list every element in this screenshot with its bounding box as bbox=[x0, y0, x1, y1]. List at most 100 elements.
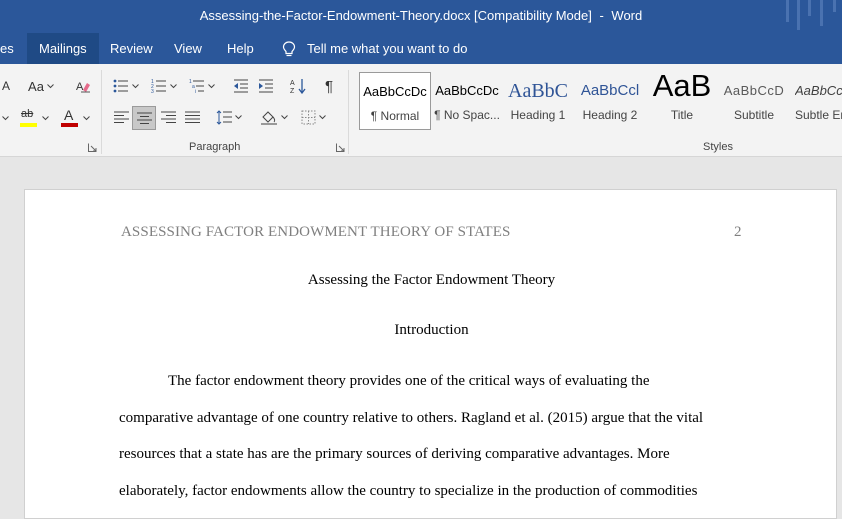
chevron-down-icon bbox=[281, 114, 288, 119]
styles-gallery: AaBbCcDc ¶ Normal AaBbCcDc ¶ No Spac... … bbox=[357, 72, 842, 132]
paragraph-line: The factor endowment theory provides one… bbox=[168, 373, 650, 389]
shading-icon bbox=[261, 111, 277, 125]
document-page[interactable]: ASSESSING FACTOR ENDOWMENT THEORY OF STA… bbox=[24, 189, 837, 519]
sort-button[interactable]: AZ bbox=[287, 75, 309, 97]
borders-button[interactable] bbox=[296, 106, 330, 128]
multilevel-list-icon: 1ai bbox=[189, 79, 204, 93]
align-right-icon bbox=[160, 111, 176, 123]
align-right-button[interactable] bbox=[157, 106, 179, 128]
chevron-down-icon bbox=[235, 114, 242, 119]
bullets-button[interactable] bbox=[110, 75, 142, 97]
style-preview: AaBbCcl bbox=[580, 82, 640, 99]
line-spacing-icon bbox=[216, 109, 232, 125]
decoration bbox=[833, 0, 836, 12]
style-name: Subtle Er bbox=[795, 108, 842, 122]
font-color-bar bbox=[61, 123, 78, 127]
tab-review[interactable]: Review bbox=[101, 33, 162, 64]
font-dialog-launcher-icon[interactable] bbox=[88, 143, 97, 152]
tell-me-search[interactable]: Tell me what you want to do bbox=[282, 33, 467, 64]
running-head: ASSESSING FACTOR ENDOWMENT THEORY OF STA… bbox=[121, 224, 511, 240]
align-left-icon bbox=[113, 111, 129, 123]
section-heading: Introduction bbox=[394, 322, 469, 338]
style-heading-1[interactable]: AaBbC Heading 1 bbox=[502, 72, 574, 130]
line-spacing-button[interactable] bbox=[213, 106, 245, 128]
show-marks-button[interactable]: ¶ bbox=[318, 75, 340, 97]
align-center-button[interactable] bbox=[132, 106, 156, 130]
svg-text:A: A bbox=[290, 80, 295, 87]
change-case-button[interactable]: Aa bbox=[26, 75, 56, 97]
style-subtitle[interactable]: AaBbCcD Subtitle bbox=[718, 72, 790, 130]
paragraph-dialog-launcher-icon[interactable] bbox=[336, 143, 345, 152]
style-title[interactable]: AaB Title bbox=[646, 72, 718, 130]
justify-button[interactable] bbox=[181, 106, 203, 128]
decoration bbox=[797, 0, 800, 30]
chevron-down-icon bbox=[132, 83, 139, 88]
style-preview: AaBbC bbox=[508, 80, 568, 102]
paragraph-line: resources that a state has are the prima… bbox=[119, 446, 670, 462]
styles-group-label: Styles bbox=[703, 141, 733, 153]
decrease-indent-button[interactable] bbox=[230, 75, 252, 97]
style-name: ¶ Normal bbox=[370, 109, 420, 123]
decrease-indent-icon bbox=[234, 79, 248, 93]
svg-text:i: i bbox=[195, 89, 196, 93]
svg-text:3: 3 bbox=[151, 89, 154, 93]
clear-formatting-icon: A bbox=[76, 81, 90, 93]
group-separator bbox=[348, 70, 349, 154]
document-name: Assessing-the-Factor-Endowment-Theory.do… bbox=[199, 8, 592, 23]
tab-references[interactable]: es bbox=[0, 33, 23, 64]
justify-icon bbox=[184, 111, 200, 123]
font-size-button[interactable]: A bbox=[0, 75, 12, 97]
style-normal[interactable]: AaBbCcDc ¶ Normal bbox=[359, 72, 431, 130]
document-canvas[interactable]: ASSESSING FACTOR ENDOWMENT THEORY OF STA… bbox=[0, 157, 842, 519]
app-name: Word bbox=[611, 8, 643, 23]
style-name: Heading 1 bbox=[510, 108, 566, 122]
group-separator bbox=[101, 70, 102, 154]
numbering-button[interactable]: 123 bbox=[148, 75, 180, 97]
style-heading-2[interactable]: AaBbCcl Heading 2 bbox=[574, 72, 646, 130]
chevron-down-icon[interactable] bbox=[0, 107, 10, 129]
clear-formatting-button[interactable]: A bbox=[72, 75, 94, 97]
tab-view[interactable]: View bbox=[165, 33, 211, 64]
highlight-label: ab bbox=[21, 108, 34, 120]
style-preview: AaBbCcDc bbox=[435, 83, 499, 98]
tab-mailings[interactable]: Mailings bbox=[27, 33, 99, 64]
title-separator: - bbox=[599, 8, 604, 23]
highlight-color-bar bbox=[20, 123, 37, 127]
bullets-icon bbox=[113, 79, 128, 93]
shading-button[interactable] bbox=[257, 106, 291, 128]
chevron-down-icon bbox=[47, 83, 54, 88]
style-subtle-emphasis[interactable]: AaBbCcD Subtle Er bbox=[790, 72, 842, 130]
decoration bbox=[808, 0, 811, 16]
increase-indent-icon bbox=[259, 79, 273, 93]
style-name: Subtitle bbox=[733, 108, 775, 122]
chevron-down-icon bbox=[170, 83, 177, 88]
font-color-label: A bbox=[64, 107, 74, 123]
paragraph-group-label: Paragraph bbox=[189, 141, 241, 153]
multilevel-list-button[interactable]: 1ai bbox=[186, 75, 218, 97]
style-preview: AaBbCcDc bbox=[363, 84, 427, 99]
sort-icon: AZ bbox=[290, 79, 306, 94]
chevron-down-icon bbox=[42, 115, 49, 120]
title-bar: Assessing-the-Factor-Endowment-Theory.do… bbox=[0, 0, 842, 33]
window-title: Assessing-the-Factor-Endowment-Theory.do… bbox=[0, 8, 842, 23]
style-no-spacing[interactable]: AaBbCcDc ¶ No Spac... bbox=[431, 72, 503, 130]
svg-text:Z: Z bbox=[290, 88, 295, 94]
paragraph-line: comparative advantage of one country rel… bbox=[119, 410, 704, 426]
page-number: 2 bbox=[734, 224, 742, 240]
decoration bbox=[820, 0, 823, 26]
highlight-button[interactable]: ab bbox=[16, 107, 52, 129]
font-color-button[interactable]: A bbox=[57, 107, 93, 129]
tab-help[interactable]: Help bbox=[218, 33, 263, 64]
lightbulb-icon bbox=[282, 41, 296, 57]
document-title: Assessing the Factor Endowment Theory bbox=[307, 272, 556, 288]
style-preview: AaBbCcD bbox=[795, 83, 842, 98]
align-left-button[interactable] bbox=[110, 106, 132, 128]
ribbon-tabs: es Mailings Review View Help Tell me wha… bbox=[0, 33, 842, 64]
style-name: Title bbox=[670, 108, 694, 122]
increase-indent-button[interactable] bbox=[255, 75, 277, 97]
style-name: Heading 2 bbox=[582, 108, 638, 122]
chevron-down-icon bbox=[83, 115, 90, 120]
chevron-down-icon bbox=[318, 114, 326, 119]
align-center-icon bbox=[136, 112, 152, 124]
chevron-down-icon bbox=[208, 83, 215, 88]
